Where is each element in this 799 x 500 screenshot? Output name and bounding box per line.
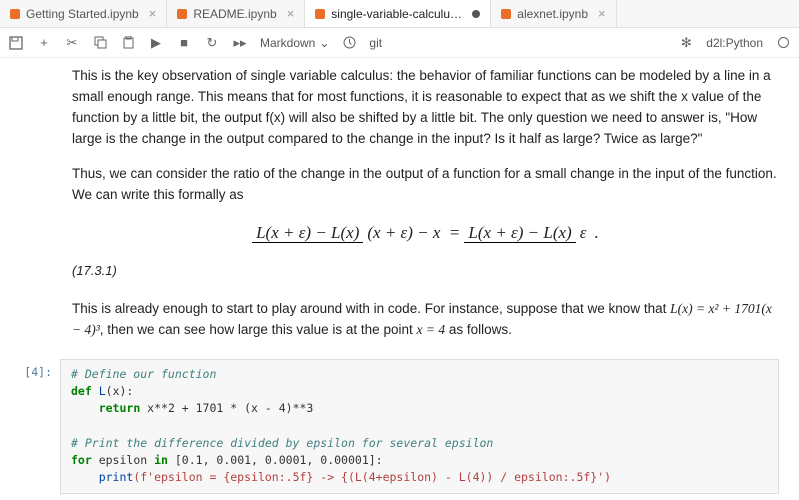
add-cell-icon[interactable]: + [36,35,52,51]
tab-single-variable-calculus[interactable]: single-variable-calculus.ipy [305,0,491,27]
run-icon[interactable]: ▶ [148,35,164,51]
clock-icon[interactable] [341,35,357,51]
notebook-icon [501,9,511,19]
notebook-toolbar: + ✂ ▶ ■ ↻ ▸▸ Markdown ⌄ git ✻ d2l:Python [0,28,799,58]
kernel-name[interactable]: d2l:Python [706,36,763,50]
unsaved-dot-icon [472,10,480,18]
tab-label: alexnet.ipynb [517,7,588,21]
stop-icon[interactable]: ■ [176,35,192,51]
cell-type-selector[interactable]: Markdown ⌄ [260,36,329,50]
notebook-icon [10,9,20,19]
tab-label: Getting Started.ipynb [26,7,139,21]
tab-label: single-variable-calculus.ipy [331,7,466,21]
tab-bar: Getting Started.ipynb × README.ipynb × s… [0,0,799,28]
notebook-icon [177,9,187,19]
code-input[interactable]: # Define our function def L(x): return x… [60,359,779,494]
markdown-cell[interactable]: This is the key observation of single va… [72,66,779,341]
cut-icon[interactable]: ✂ [64,35,80,51]
input-prompt: [4]: [10,359,60,494]
code-cell[interactable]: [4]: # Define our function def L(x): ret… [60,359,779,494]
equation-number: (17.3.1) [72,261,779,281]
tab-getting-started[interactable]: Getting Started.ipynb × [0,0,167,27]
close-icon[interactable]: × [598,6,606,21]
chevron-down-icon: ⌄ [319,36,329,50]
paragraph: This is the key observation of single va… [72,66,779,150]
save-icon[interactable] [8,35,24,51]
paste-icon[interactable] [120,35,136,51]
paragraph: Thus, we can consider the ratio of the c… [72,164,779,206]
close-icon[interactable]: × [149,6,157,21]
tab-alexnet[interactable]: alexnet.ipynb × [491,0,616,27]
git-label[interactable]: git [369,36,382,50]
tab-label: README.ipynb [193,7,276,21]
run-all-icon[interactable]: ▸▸ [232,35,248,51]
paragraph: This is already enough to start to play … [72,299,779,341]
kernel-status-icon [775,35,791,51]
tab-readme[interactable]: README.ipynb × [167,0,305,27]
cell-type-label: Markdown [260,36,315,50]
equation: L(x + ε) − L(x)(x + ε) − x = L(x + ε) − … [72,220,779,247]
close-icon[interactable]: × [287,6,295,21]
notebook-content[interactable]: This is the key observation of single va… [0,58,799,500]
copy-icon[interactable] [92,35,108,51]
gear-icon[interactable]: ✻ [678,35,694,51]
restart-icon[interactable]: ↻ [204,35,220,51]
notebook-icon [315,9,325,19]
